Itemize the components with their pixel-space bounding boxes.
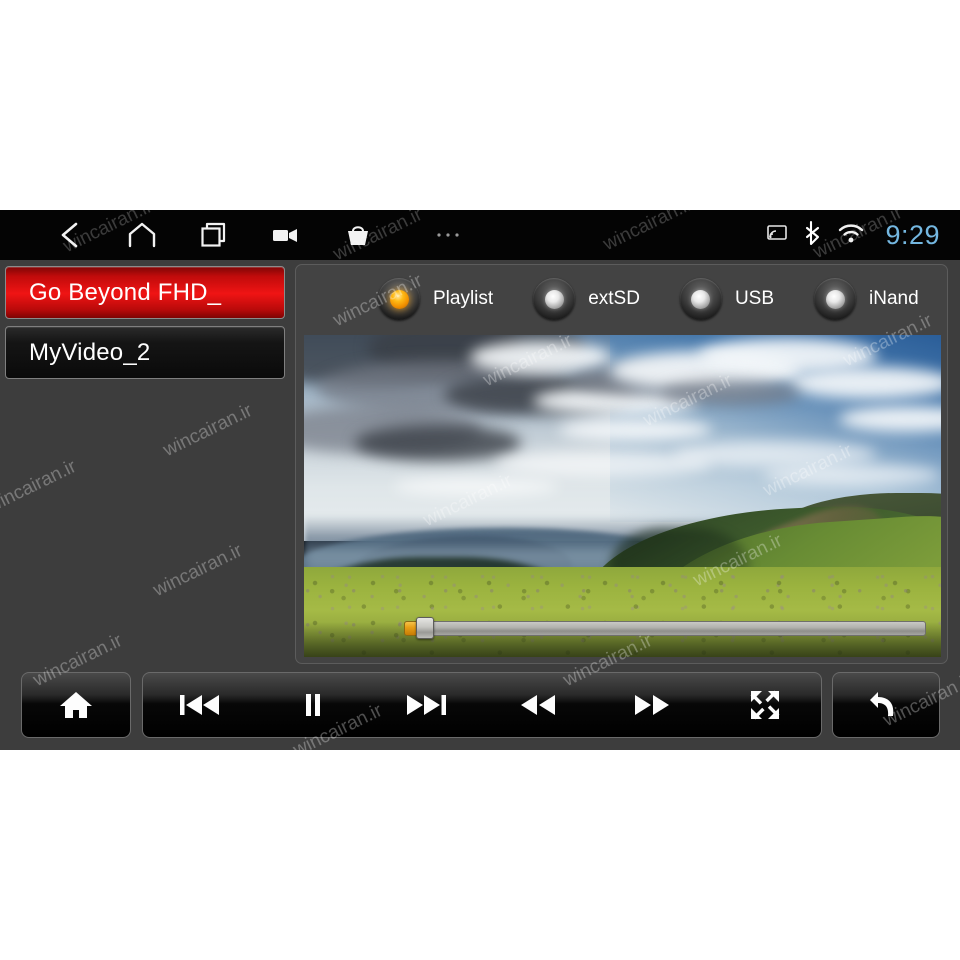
seek-thumb-handle[interactable]	[416, 617, 434, 639]
bluetooth-icon[interactable]	[803, 220, 823, 251]
player-control-bar	[0, 672, 960, 750]
back-icon[interactable]	[34, 210, 106, 260]
status-bar-clock: 9:29	[885, 219, 940, 250]
list-item[interactable]: Go Beyond FHD_	[5, 266, 285, 319]
bottom-letterbox	[0, 750, 960, 960]
android-status-bar: 9:29	[0, 210, 960, 260]
source-option-extsd[interactable]: extSD	[533, 278, 640, 320]
video-frame-image	[304, 335, 941, 657]
playlist-panel: Go Beyond FHD_ MyVideo_2	[0, 260, 290, 668]
seek-track[interactable]	[404, 621, 926, 636]
list-item[interactable]: MyVideo_2	[5, 326, 285, 379]
track-title: MyVideo_2	[29, 338, 151, 366]
camera-icon[interactable]	[250, 210, 322, 260]
video-viewport[interactable]	[304, 335, 941, 657]
basket-icon[interactable]	[322, 210, 394, 260]
video-player-app: Go Beyond FHD_ MyVideo_2 Playlist extSD	[0, 260, 960, 750]
source-label: extSD	[588, 288, 640, 309]
fast-forward-button[interactable]	[595, 673, 708, 737]
home-button[interactable]	[21, 672, 131, 738]
pause-button[interactable]	[256, 673, 369, 737]
cast-icon[interactable]	[765, 223, 789, 248]
top-letterbox	[0, 0, 960, 210]
radio-indicator-icon	[679, 278, 722, 320]
source-option-inand[interactable]: iNand	[814, 278, 919, 320]
source-selector-row: Playlist extSD USB iNand	[296, 265, 947, 333]
radio-indicator-icon	[378, 278, 420, 320]
radio-indicator-icon	[533, 278, 576, 320]
system-icon-group: 9:29	[765, 210, 940, 260]
screenshot-canvas: 9:29 Go Beyond FHD_ MyVideo_2 Playlist e…	[0, 0, 960, 960]
media-control-group	[142, 672, 822, 738]
home-icon[interactable]	[22, 673, 130, 737]
source-label: Playlist	[433, 288, 494, 309]
home-icon[interactable]	[106, 210, 178, 260]
wifi-icon[interactable]	[837, 222, 865, 249]
player-panel: Playlist extSD USB iNand	[295, 264, 948, 664]
source-label: iNand	[869, 288, 919, 309]
rewind-button[interactable]	[482, 673, 595, 737]
return-icon[interactable]	[833, 673, 939, 737]
track-title: Go Beyond FHD_	[29, 278, 222, 306]
navigation-button-group	[34, 210, 484, 260]
car-head-unit-screen: 9:29 Go Beyond FHD_ MyVideo_2 Playlist e…	[0, 210, 960, 750]
radio-indicator-icon	[814, 278, 857, 320]
previous-track-button[interactable]	[143, 673, 256, 737]
next-track-button[interactable]	[369, 673, 482, 737]
return-button[interactable]	[832, 672, 940, 738]
source-option-playlist[interactable]: Playlist	[378, 278, 493, 320]
fullscreen-button[interactable]	[708, 673, 821, 737]
source-label: USB	[734, 288, 775, 309]
recents-icon[interactable]	[178, 210, 250, 260]
more-icon[interactable]	[412, 210, 484, 260]
video-seek-bar[interactable]	[404, 617, 926, 639]
source-option-usb[interactable]: USB	[679, 278, 775, 320]
